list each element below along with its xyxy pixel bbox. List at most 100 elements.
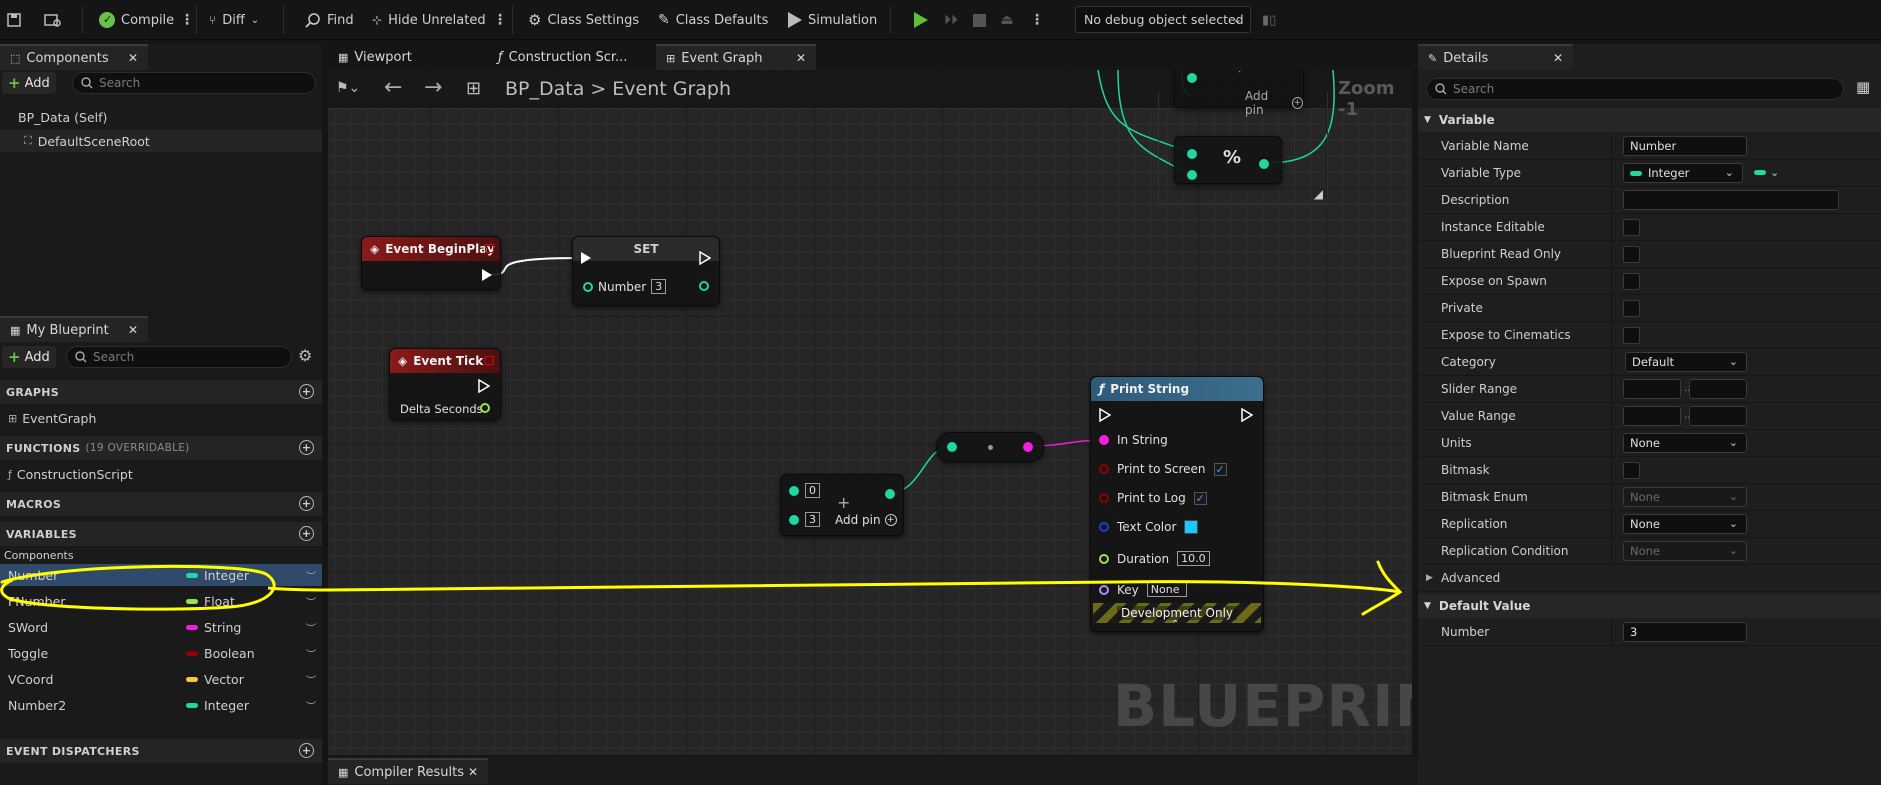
components-icon: ⬚ <box>10 51 21 65</box>
tab-construction-script[interactable]: ƒ Construction Scr... <box>488 44 656 70</box>
variable-type-dropdown[interactable]: Integer ⌄ <box>1623 163 1743 183</box>
class-defaults-button[interactable]: ✎ Class Defaults <box>658 8 768 32</box>
event-graph-canvas[interactable]: ⚑⌄ ← → ⊞ BP_Data > Event Graph Zoom -1 ◈ <box>328 70 1412 755</box>
replication-dropdown[interactable]: None ⌄ <box>1623 514 1747 534</box>
close-icon[interactable]: ✕ <box>128 323 138 337</box>
variable-item[interactable]: Toggle Boolean ︶ <box>0 642 322 664</box>
add-macro-icon[interactable]: + <box>299 496 314 511</box>
section-functions[interactable]: FUNCTIONS (19 OVERRIDABLE) + <box>0 436 322 460</box>
stop-icon[interactable] <box>968 8 990 32</box>
hide-unrelated-icon: ⊹ <box>372 13 383 27</box>
component-item-defaultsceneroot[interactable]: ⛶ DefaultSceneRoot <box>0 130 322 152</box>
section-variables[interactable]: VARIABLES + <box>0 522 322 546</box>
settings-gear-icon[interactable]: ⚙ <box>298 346 312 365</box>
section-graphs[interactable]: GRAPHS + <box>0 380 322 404</box>
eye-closed-icon[interactable]: ︶ <box>306 620 316 635</box>
expose-to-cinematics-checkbox[interactable] <box>1623 327 1640 344</box>
components-search-input[interactable]: Search <box>72 72 316 94</box>
expose-on-spawn-checkbox[interactable] <box>1623 273 1640 290</box>
default-number-field[interactable]: 3 <box>1623 622 1747 642</box>
tab-compiler-results[interactable]: ▦ Compiler Results ✕ <box>328 758 488 784</box>
close-icon[interactable]: ✕ <box>1553 51 1563 65</box>
class-settings-label: Class Settings <box>547 12 640 28</box>
components-search-placeholder: Search <box>99 76 141 90</box>
details-category-default-value[interactable]: ▼ Default Value <box>1418 594 1881 618</box>
category-combo[interactable]: Default ⌄ <box>1625 352 1747 372</box>
row-value-range: Value Range .. <box>1418 403 1881 430</box>
instance-editable-checkbox[interactable] <box>1623 219 1640 236</box>
value-range-min[interactable] <box>1623 406 1681 426</box>
find-button[interactable]: Find <box>305 8 354 32</box>
hide-unrelated-options-icon[interactable]: ⋮ <box>493 8 507 32</box>
tab-my-blueprint-label: My Blueprint <box>26 322 109 338</box>
compile-label: Compile <box>121 12 175 28</box>
section-macros[interactable]: MACROS + <box>0 492 322 516</box>
graph-item-eventgraph[interactable]: ⊞ EventGraph <box>0 407 322 429</box>
simulation-button[interactable]: Simulation <box>788 8 877 32</box>
compile-options-icon[interactable]: ⋮ <box>180 8 194 32</box>
close-icon[interactable]: ✕ <box>796 51 806 65</box>
component-item-self[interactable]: BP_Data (Self) <box>0 106 322 128</box>
blueprint-read-only-checkbox[interactable] <box>1623 246 1640 263</box>
tab-my-blueprint[interactable]: ▦ My Blueprint ✕ <box>0 316 148 342</box>
step-icon[interactable]: ⏵⏵ <box>940 8 962 32</box>
row-advanced[interactable]: ▶ Advanced <box>1418 565 1881 592</box>
replication-condition-dropdown: None ⌄ <box>1623 541 1747 561</box>
tab-event-graph[interactable]: ⊞ Event Graph ✕ <box>656 44 816 70</box>
chevron-down-icon: ⌄ <box>1232 13 1242 26</box>
play-icon[interactable] <box>910 8 932 32</box>
hide-unrelated-button[interactable]: ⊹ Hide Unrelated <box>372 8 486 32</box>
slider-range-min[interactable] <box>1623 379 1681 399</box>
function-item-label: ConstructionScript <box>16 466 133 482</box>
class-settings-button[interactable]: ⚙ Class Settings <box>528 8 639 32</box>
function-icon: ƒ <box>8 467 12 481</box>
my-blueprint-add-button[interactable]: + Add <box>2 346 56 368</box>
value-range-max[interactable] <box>1689 406 1747 426</box>
description-field[interactable] <box>1623 190 1839 210</box>
eye-closed-icon[interactable]: ︶ <box>306 646 316 661</box>
variable-type-label: String <box>204 619 242 635</box>
row-default-number: Number 3 <box>1418 619 1881 646</box>
close-icon[interactable]: ✕ <box>468 765 478 779</box>
variable-item[interactable]: Number2 Integer ︶ <box>0 694 322 716</box>
eye-closed-icon[interactable]: ︶ <box>306 698 316 713</box>
components-add-button[interactable]: + Add <box>2 72 56 94</box>
eject-icon[interactable]: ⏏ <box>996 8 1018 32</box>
private-checkbox[interactable] <box>1623 300 1640 317</box>
debug-filter-icon[interactable]: ▮▯ <box>1262 8 1276 32</box>
slider-range-max[interactable] <box>1689 379 1747 399</box>
compile-button[interactable]: ✓ Compile <box>99 8 174 32</box>
browse-icon[interactable] <box>44 8 62 32</box>
variable-type-label: Integer <box>204 697 249 713</box>
container-type-dropdown[interactable]: ⌄ <box>1754 166 1779 179</box>
single-container-icon <box>1754 170 1766 175</box>
debug-object-select[interactable]: No debug object selected ⌄ <box>1075 6 1251 33</box>
play-options-icon[interactable]: ⋮ <box>1030 8 1044 32</box>
units-dropdown[interactable]: None ⌄ <box>1623 433 1747 453</box>
tab-details[interactable]: ✎ Details ✕ <box>1418 44 1573 70</box>
close-icon[interactable]: ✕ <box>128 51 138 65</box>
property-matrix-icon[interactable]: ▦ <box>1856 78 1870 96</box>
add-event-dispatcher-icon[interactable]: + <box>299 743 314 758</box>
add-graph-icon[interactable]: + <box>299 384 314 399</box>
add-variable-icon[interactable]: + <box>299 526 314 541</box>
save-icon[interactable] <box>6 8 22 32</box>
diff-button[interactable]: ⑂ Diff ⌄ <box>209 8 259 32</box>
my-blueprint-search-input[interactable]: Search <box>66 346 292 368</box>
details-category-variable[interactable]: ▼ Variable <box>1418 108 1881 132</box>
eye-closed-icon[interactable]: ︶ <box>306 672 316 687</box>
bitmask-checkbox[interactable] <box>1623 462 1640 479</box>
tab-viewport[interactable]: ▦ Viewport <box>328 44 488 70</box>
section-macros-label: MACROS <box>6 497 62 511</box>
variable-item[interactable]: VCoord Vector ︶ <box>0 668 322 690</box>
function-item-constructionscript[interactable]: ƒ ConstructionScript <box>0 463 322 485</box>
units-value: None <box>1630 436 1661 450</box>
components-add-label: Add <box>24 75 50 91</box>
variable-name-field[interactable]: Number <box>1623 136 1747 156</box>
add-function-icon[interactable]: + <box>299 440 314 455</box>
details-search-input[interactable]: Search <box>1426 78 1844 100</box>
section-event-dispatchers[interactable]: EVENT DISPATCHERS + <box>0 739 322 763</box>
tab-components[interactable]: ⬚ Components ✕ <box>0 44 148 70</box>
details-panel: ✎ Details ✕ Search ▦ ▼ Variable Variable… <box>1418 44 1881 785</box>
annotation-ellipse <box>0 564 276 611</box>
